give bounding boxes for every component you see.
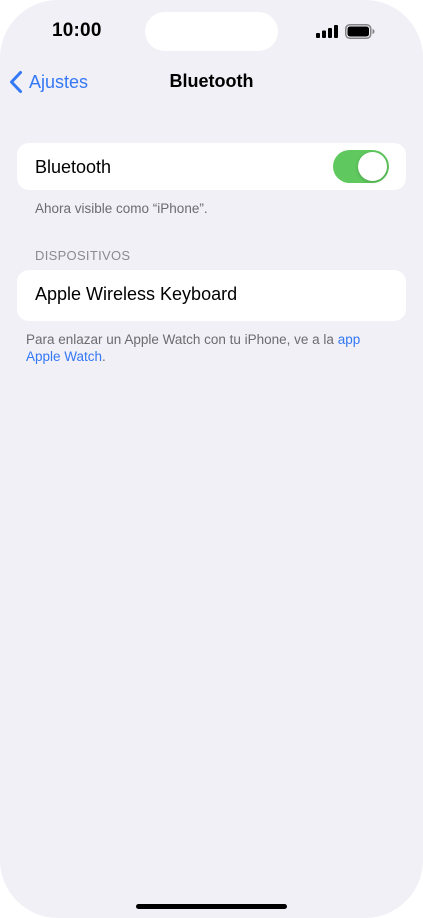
toggle-knob xyxy=(358,152,387,181)
home-indicator[interactable] xyxy=(136,904,287,909)
apple-watch-footnote: Para enlazar un Apple Watch con tu iPhon… xyxy=(26,331,396,365)
dynamic-island xyxy=(145,12,278,51)
status-time: 10:00 xyxy=(52,20,102,41)
device-name: Apple Wireless Keyboard xyxy=(35,284,238,304)
cellular-signal-icon xyxy=(316,25,338,38)
battery-full-icon xyxy=(345,24,375,39)
page-title: Bluetooth xyxy=(169,71,254,91)
bluetooth-label: Bluetooth xyxy=(35,157,112,177)
bluetooth-toggle[interactable] xyxy=(333,150,389,183)
phone-screen: 10:00 Ajustes Bluetooth Bluetooth Ahora … xyxy=(0,0,423,918)
devices-section-header: DISPOSITIVOS xyxy=(35,248,131,263)
footnote-end: . xyxy=(102,349,106,364)
visibility-note: Ahora visible como “iPhone”. xyxy=(35,201,208,216)
device-row[interactable]: Apple Wireless Keyboard xyxy=(17,270,406,321)
footnote-text: Para enlazar un Apple Watch con tu iPhon… xyxy=(26,332,338,347)
bluetooth-settings-group: Bluetooth xyxy=(17,143,406,190)
